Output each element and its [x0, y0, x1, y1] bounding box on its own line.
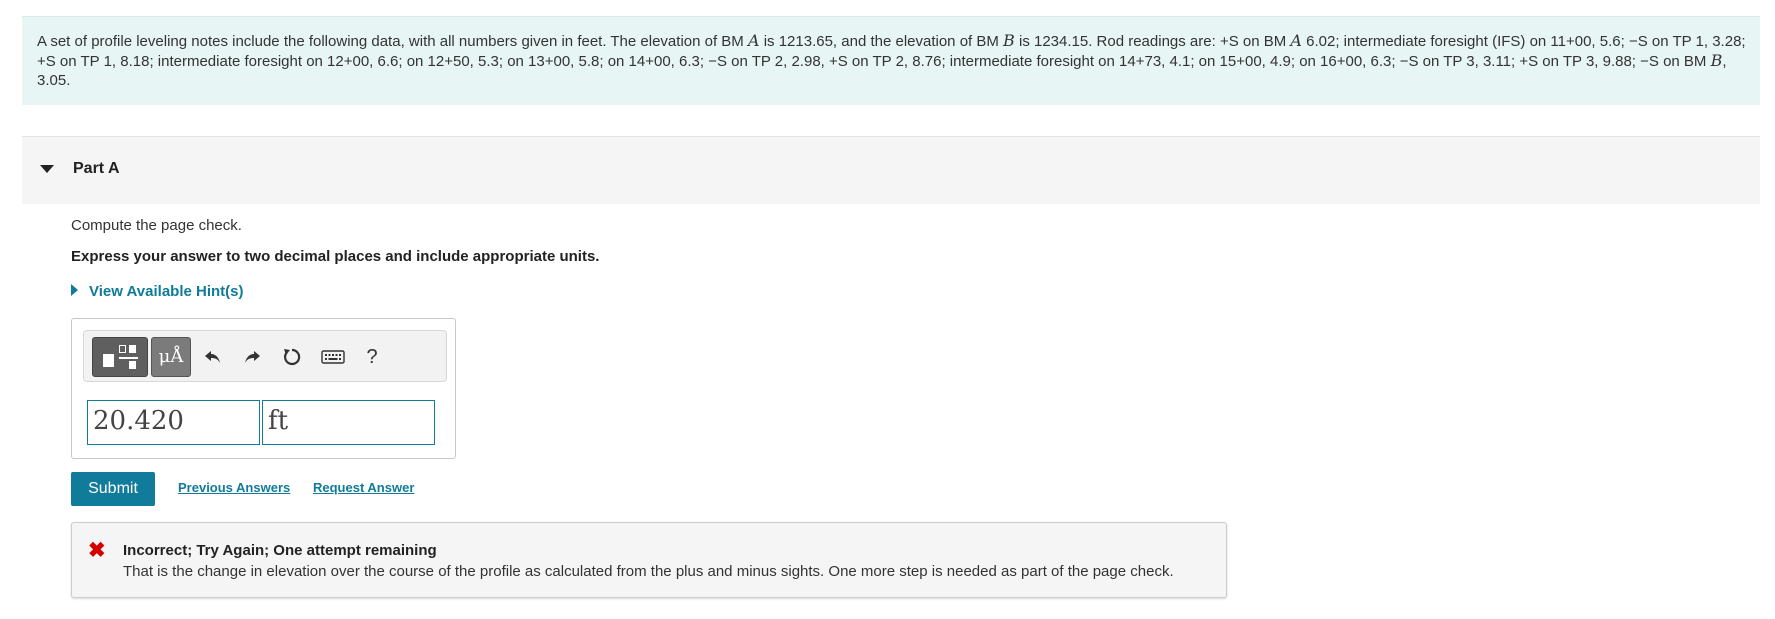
templates-button[interactable] [92, 337, 148, 377]
variable-bm-a: A [1290, 31, 1302, 50]
problem-text-segment: A set of profile leveling notes include … [37, 33, 748, 50]
feedback-message: That is the change in elevation over the… [123, 563, 1174, 580]
answer-box: μÅ ? 20.420 ft [71, 318, 456, 459]
redo-icon[interactable] [239, 344, 265, 370]
part-a-header[interactable]: Part A [22, 136, 1760, 204]
view-hints-link[interactable]: View Available Hint(s) [71, 283, 244, 300]
undo-icon[interactable] [200, 344, 226, 370]
template-block-icon [119, 345, 126, 353]
template-block-icon [129, 345, 136, 353]
collapse-caret-icon[interactable] [40, 165, 54, 173]
variable-bm-b: B [1003, 31, 1015, 50]
math-toolbar: μÅ ? [83, 330, 447, 382]
problem-text: A set of profile leveling notes include … [37, 31, 1752, 90]
feedback-panel: ✖ Incorrect; Try Again; One attempt rema… [71, 522, 1227, 598]
answer-format-instruction: Express your answer to two decimal place… [71, 248, 600, 265]
problem-text-segment: is 1213.65, and the elevation of BM [759, 33, 1004, 50]
units-button[interactable]: μÅ [151, 337, 191, 377]
incorrect-icon: ✖ [88, 539, 106, 562]
help-icon[interactable]: ? [359, 344, 385, 370]
answer-units-input[interactable]: ft [262, 400, 435, 445]
problem-statement: A set of profile leveling notes include … [22, 16, 1760, 105]
previous-answers-link[interactable]: Previous Answers [178, 480, 290, 495]
submit-button[interactable]: Submit [71, 472, 155, 506]
part-label: Part A [73, 160, 120, 177]
fraction-bar-icon [119, 357, 138, 359]
question-instruction: Compute the page check. [71, 217, 242, 234]
hint-link-label: View Available Hint(s) [89, 283, 244, 300]
reset-icon[interactable] [279, 344, 305, 370]
variable-bm-b: B [1710, 51, 1723, 70]
problem-text-segment: is 1234.15. Rod readings are: +S on BM [1014, 33, 1291, 50]
template-block-icon [103, 354, 114, 367]
feedback-title: Incorrect; Try Again; One attempt remain… [123, 542, 437, 559]
expand-caret-icon [71, 284, 78, 296]
keyboard-icon[interactable] [320, 344, 346, 370]
request-answer-link[interactable]: Request Answer [313, 480, 414, 495]
answer-value-input[interactable]: 20.420 [87, 400, 260, 445]
template-block-icon [129, 361, 136, 369]
variable-bm-a: A [747, 31, 760, 50]
